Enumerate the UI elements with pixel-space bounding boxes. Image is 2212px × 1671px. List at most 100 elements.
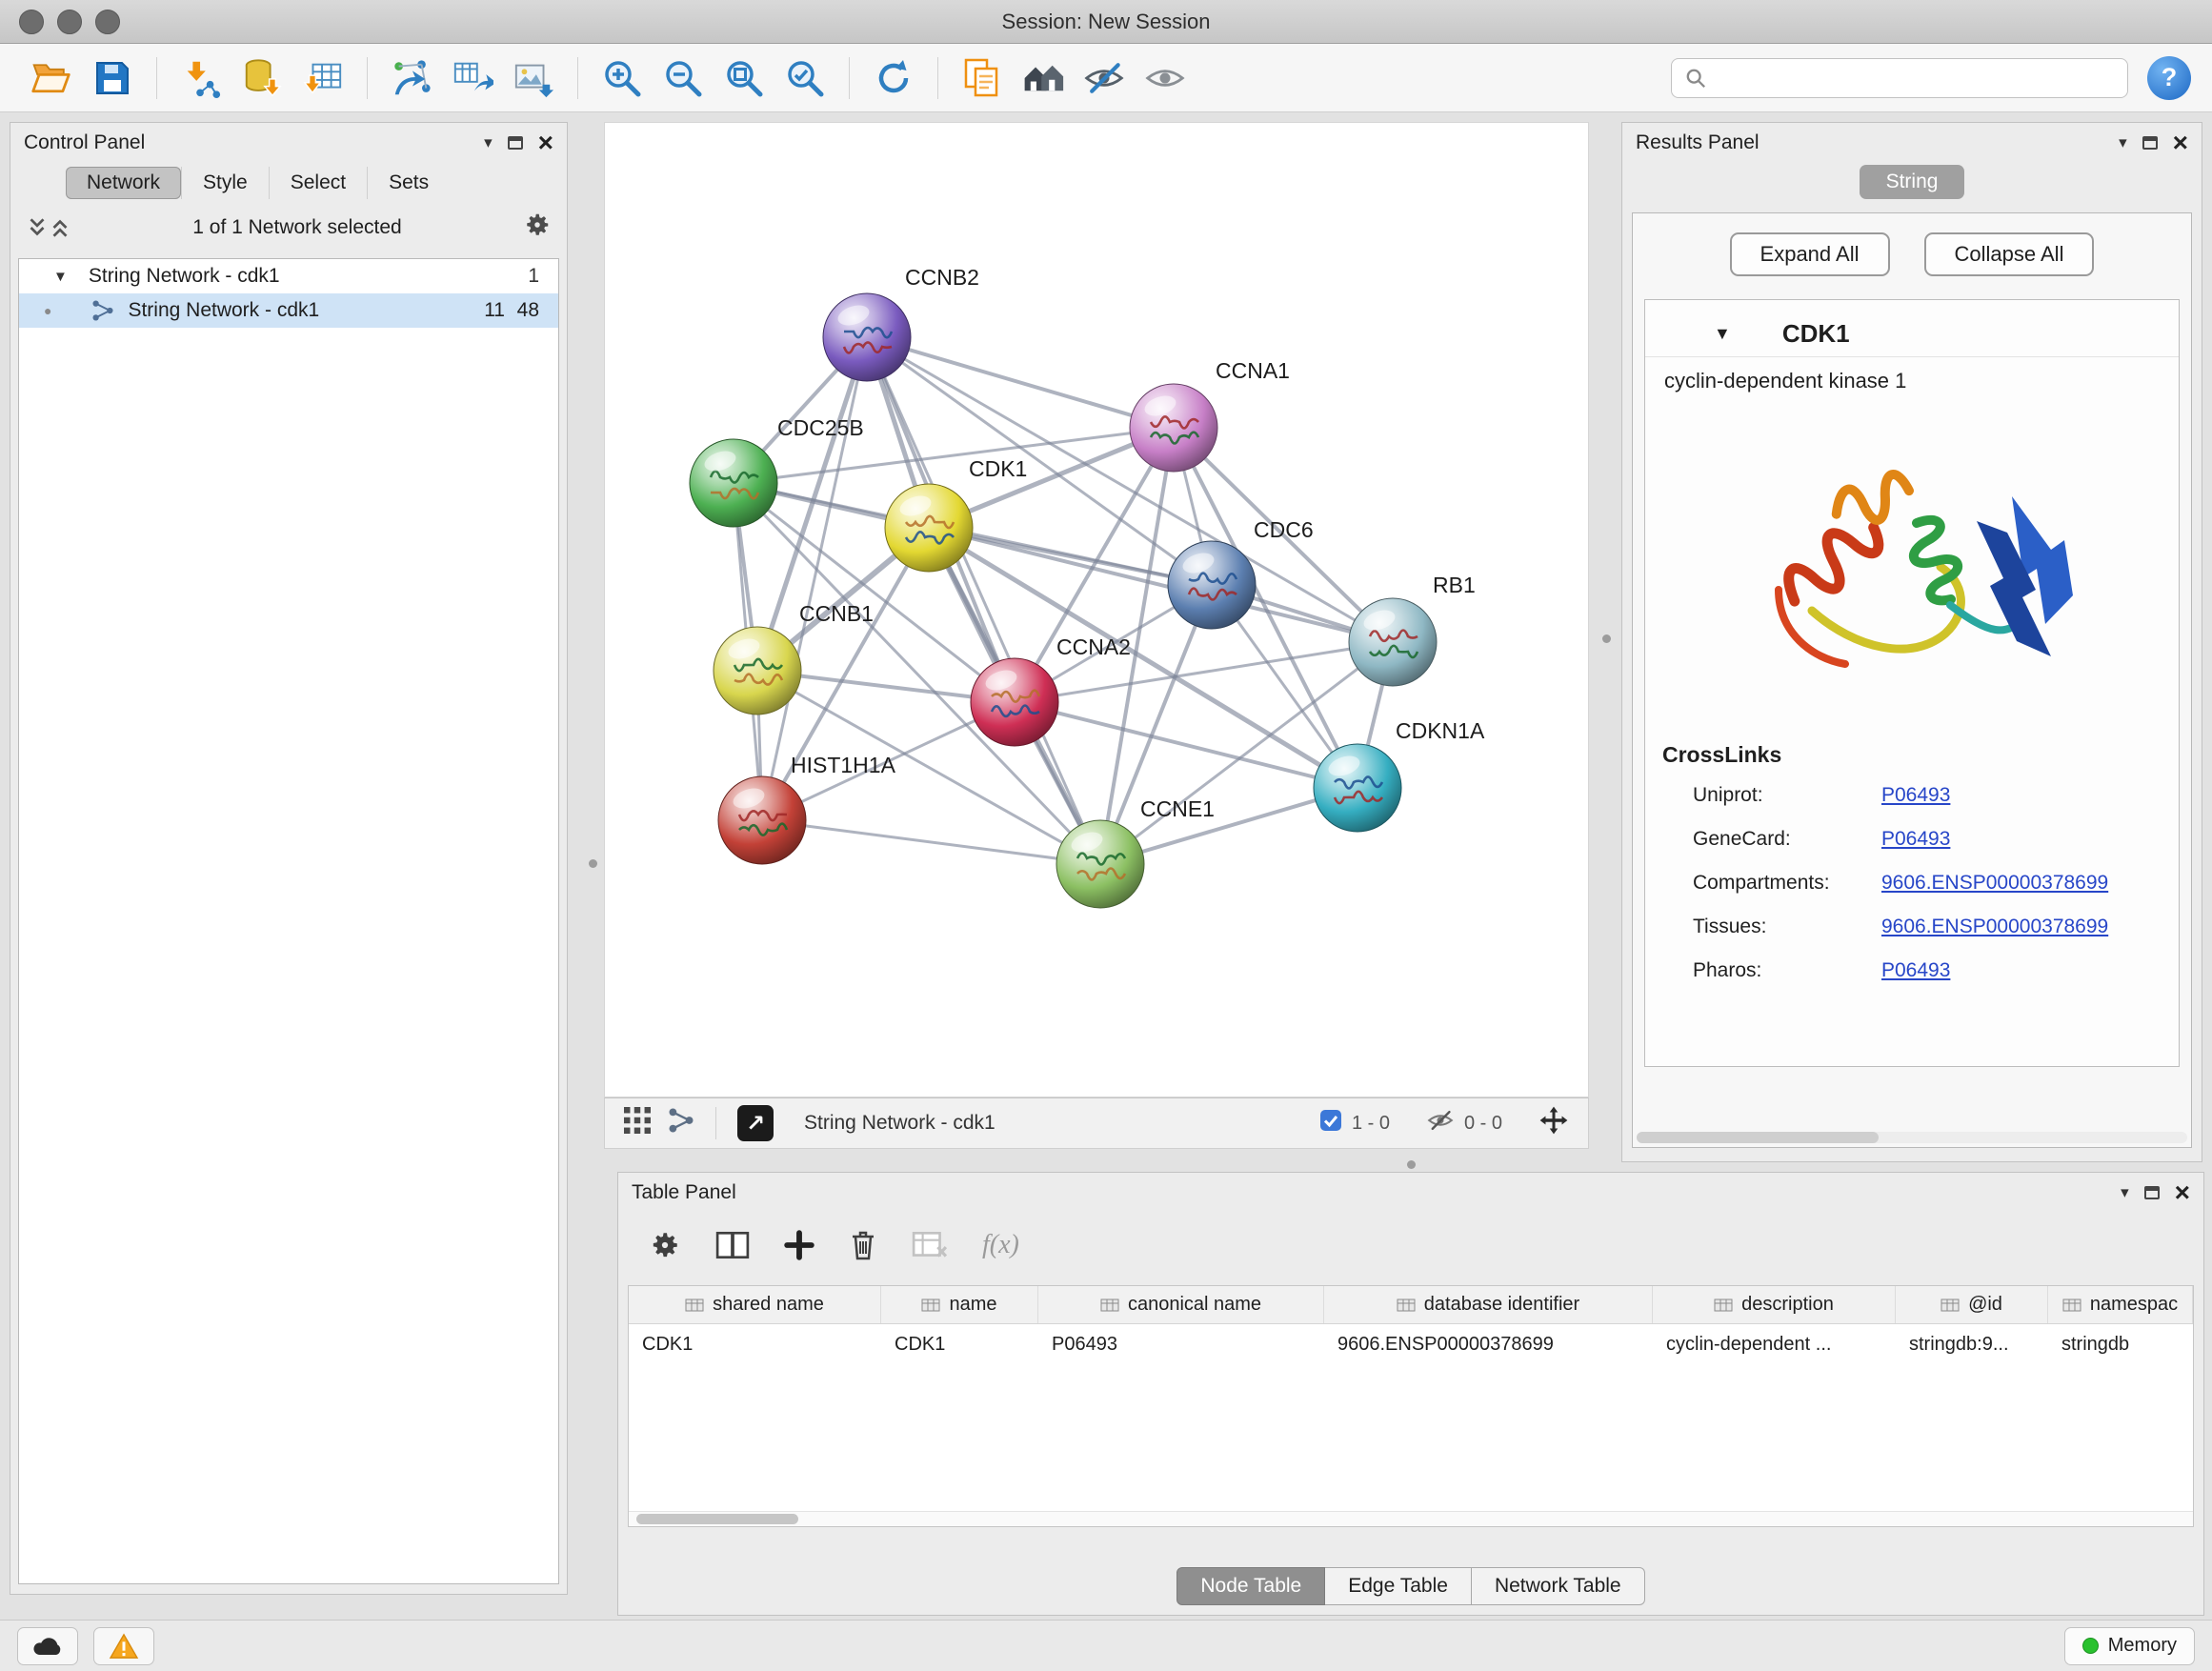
panel-menu-icon[interactable]: ▾ [2119, 133, 2127, 152]
uniprot-link[interactable]: P06493 [1881, 784, 1950, 807]
grid-view-icon[interactable] [624, 1107, 651, 1139]
zoom-selected-icon[interactable] [774, 50, 835, 106]
pharos-link[interactable]: P06493 [1881, 959, 1950, 982]
table-row[interactable]: CDK1 CDK1 P06493 9606.ENSP00000378699 cy… [629, 1324, 2193, 1364]
cell-canonical-name[interactable]: P06493 [1038, 1324, 1324, 1364]
edge-CCNB2-HIST1H1A[interactable] [762, 337, 867, 820]
expand-all-button[interactable]: Expand All [1730, 232, 1890, 276]
tab-style[interactable]: Style [181, 167, 269, 199]
gear-icon[interactable] [523, 211, 552, 245]
pan-crosshair-icon[interactable] [1538, 1105, 1569, 1141]
node-HIST1H1A[interactable]: HIST1H1A [718, 753, 896, 864]
window-zoom-button[interactable] [95, 10, 120, 34]
copy-document-icon[interactable] [952, 50, 1013, 106]
edge-HIST1H1A-CCNE1[interactable] [762, 820, 1100, 864]
hide-selected-icon[interactable] [1074, 50, 1135, 106]
column-header-name[interactable]: name [881, 1286, 1038, 1323]
panel-menu-icon[interactable]: ▾ [2121, 1183, 2129, 1202]
vertical-splitter-handle[interactable] [589, 859, 597, 868]
clone-network-icon[interactable] [381, 50, 442, 106]
node-CCNB1[interactable]: CCNB1 [714, 601, 874, 715]
cell-shared-name[interactable]: CDK1 [629, 1324, 881, 1364]
column-header-description[interactable]: description [1653, 1286, 1896, 1323]
tab-network-table[interactable]: Network Table [1472, 1567, 1645, 1605]
cell-namespace[interactable]: stringdb [2048, 1324, 2193, 1364]
network-graph[interactable]: CCNB2CCNA1CDC25BCDK1CDC6RB1CCNB1CCNA2CDK… [605, 123, 1588, 1097]
tab-node-table[interactable]: Node Table [1176, 1567, 1325, 1605]
collapse-section-icon[interactable]: ▼ [1714, 324, 1731, 344]
node-RB1[interactable]: RB1 [1349, 573, 1476, 686]
zoom-out-icon[interactable] [653, 50, 714, 106]
horizontal-splitter-handle[interactable] [1407, 1160, 1416, 1169]
cell-database-identifier[interactable]: 9606.ENSP00000378699 [1324, 1324, 1653, 1364]
column-header-namespace[interactable]: namespac [2048, 1286, 2193, 1323]
import-table-icon[interactable] [292, 50, 353, 106]
cloud-button[interactable] [17, 1627, 78, 1665]
compartments-link[interactable]: 9606.ENSP00000378699 [1881, 872, 2108, 895]
column-header-shared-name[interactable]: shared name [629, 1286, 881, 1323]
tab-network[interactable]: Network [66, 167, 181, 199]
window-close-button[interactable] [19, 10, 44, 34]
close-panel-icon[interactable]: × [2175, 1182, 2190, 1203]
collapse-all-icon[interactable] [26, 215, 49, 240]
table-gear-icon[interactable] [649, 1229, 681, 1261]
hidden-eye-icon[interactable] [1426, 1108, 1455, 1138]
tab-edge-table[interactable]: Edge Table [1325, 1567, 1472, 1605]
node-CDK1[interactable]: CDK1 [885, 456, 1027, 572]
edge-CDK1-RB1[interactable] [929, 528, 1393, 642]
warning-button[interactable] [93, 1627, 154, 1665]
selected-checkbox-icon[interactable] [1319, 1109, 1342, 1137]
cell-name[interactable]: CDK1 [881, 1324, 1038, 1364]
table-horizontal-scrollbar[interactable] [629, 1511, 2193, 1526]
manage-networks-icon[interactable] [1013, 50, 1074, 106]
edge-CCNB2-CCNE1[interactable] [867, 337, 1100, 864]
open-session-icon[interactable] [21, 50, 82, 106]
birdseye-toggle-button[interactable]: ↗ [737, 1105, 774, 1141]
function-builder-icon[interactable]: f(x) [982, 1230, 1019, 1260]
vertical-splitter-handle[interactable] [1602, 634, 1611, 643]
add-column-icon[interactable] [784, 1230, 814, 1260]
search-input[interactable] [1716, 67, 2114, 89]
import-database-icon[interactable] [231, 50, 292, 106]
refresh-icon[interactable] [863, 50, 924, 106]
node-CCNA1[interactable]: CCNA1 [1130, 358, 1290, 472]
cell-id[interactable]: stringdb:9... [1896, 1324, 2048, 1364]
zoom-in-icon[interactable] [592, 50, 653, 106]
expand-all-icon[interactable] [49, 215, 71, 240]
split-column-icon[interactable] [715, 1230, 750, 1260]
close-panel-icon[interactable]: × [2173, 132, 2188, 153]
zoom-fit-icon[interactable] [714, 50, 774, 106]
show-all-icon[interactable] [1135, 50, 1196, 106]
float-panel-icon[interactable] [508, 136, 523, 150]
network-row-selected[interactable]: ● String Network - cdk1 11 48 [19, 293, 558, 328]
import-network-icon[interactable] [171, 50, 231, 106]
genecard-link[interactable]: P06493 [1881, 828, 1950, 851]
column-header-id[interactable]: @id [1896, 1286, 2048, 1323]
column-header-database-identifier[interactable]: database identifier [1324, 1286, 1653, 1323]
network-collection-row[interactable]: ▼ String Network - cdk1 1 [19, 259, 558, 293]
panel-menu-icon[interactable]: ▾ [484, 133, 493, 152]
column-header-canonical-name[interactable]: canonical name [1038, 1286, 1324, 1323]
network-list-icon[interactable] [668, 1107, 694, 1139]
close-panel-icon[interactable]: × [538, 132, 553, 153]
float-panel-icon[interactable] [2144, 1186, 2160, 1199]
network-view-canvas[interactable]: CCNB2CCNA1CDC25BCDK1CDC6RB1CCNB1CCNA2CDK… [604, 122, 1589, 1097]
memory-button[interactable]: Memory [2064, 1627, 2195, 1665]
tab-string[interactable]: String [1860, 165, 1965, 199]
tab-sets[interactable]: Sets [367, 167, 450, 199]
edge-CCNB2-CCNA1[interactable] [867, 337, 1174, 428]
node-CDKN1A[interactable]: CDKN1A [1314, 718, 1485, 832]
window-minimize-button[interactable] [57, 10, 82, 34]
help-button[interactable]: ? [2147, 56, 2191, 100]
search-box[interactable] [1671, 58, 2128, 98]
collection-expand-icon[interactable]: ▼ [53, 269, 68, 285]
float-panel-icon[interactable] [2142, 136, 2158, 150]
export-image-icon[interactable] [503, 50, 564, 106]
cell-description[interactable]: cyclin-dependent ... [1653, 1324, 1896, 1364]
node-CCNE1[interactable]: CCNE1 [1056, 796, 1215, 908]
tab-select[interactable]: Select [269, 167, 367, 199]
tissues-link[interactable]: 9606.ENSP00000378699 [1881, 916, 2108, 938]
network-from-table-icon[interactable] [442, 50, 503, 106]
collapse-all-button[interactable]: Collapse All [1924, 232, 2095, 276]
save-session-icon[interactable] [82, 50, 143, 106]
